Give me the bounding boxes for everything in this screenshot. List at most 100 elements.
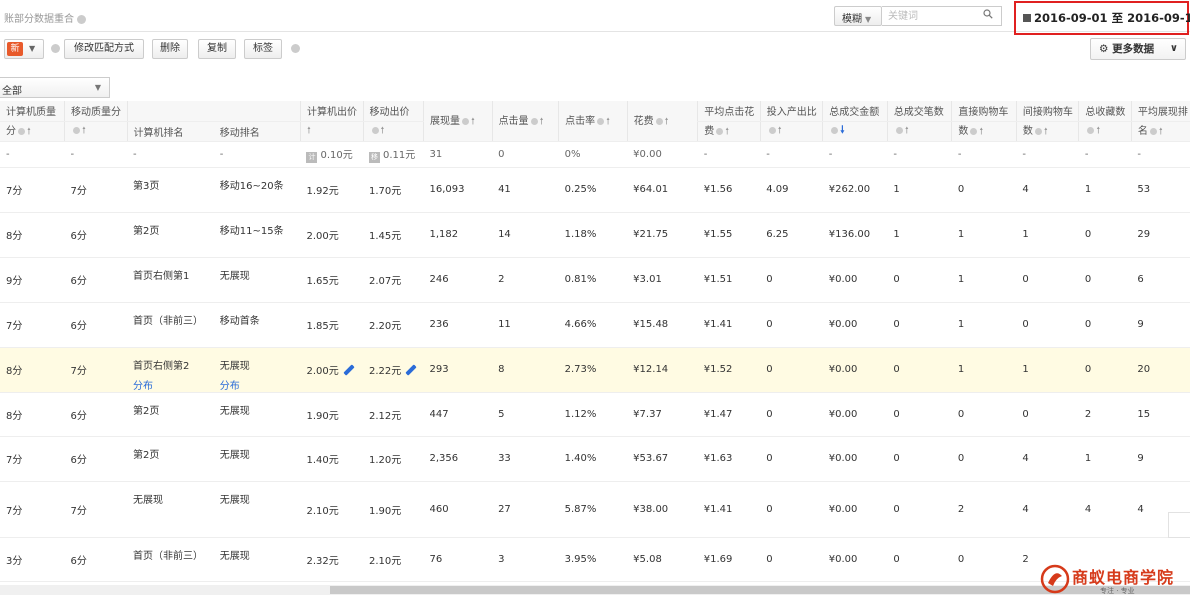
col-header-direct-cart[interactable]: 直接购物车 bbox=[951, 101, 1017, 122]
table-row[interactable]: 7分 7分 无展现 无展现 2.10元 1.90元 460 27 5.87% ¥38.00 ¥1.4… bbox=[0, 481, 1190, 538]
help-icon[interactable] bbox=[831, 126, 839, 134]
col-header-favorites[interactable]: 总收藏数 bbox=[1078, 101, 1132, 122]
sort-up-icon[interactable]: 🠕 bbox=[606, 117, 610, 127]
cell-value[interactable]: 1.90元 bbox=[369, 506, 401, 517]
cell-value[interactable]: 1.65元 bbox=[306, 276, 338, 287]
help-icon[interactable] bbox=[77, 14, 86, 24]
help-icon[interactable] bbox=[597, 117, 605, 125]
col-subheader[interactable]: 🠕 bbox=[362, 121, 424, 142]
cell-value[interactable]: 1.92元 bbox=[306, 186, 338, 197]
help-icon[interactable] bbox=[291, 44, 300, 53]
help-icon[interactable] bbox=[895, 127, 903, 134]
col-header-clicks[interactable]: 点击量 🠕 bbox=[491, 101, 559, 142]
cell-value[interactable]: 2.20元 bbox=[369, 321, 401, 332]
help-icon[interactable] bbox=[1149, 128, 1157, 135]
cell-value[interactable]: 1.20元 bbox=[369, 455, 401, 466]
sort-up-icon[interactable]: 🠕 bbox=[471, 117, 475, 127]
change-match-button[interactable]: 修改匹配方式 bbox=[64, 39, 144, 59]
help-icon[interactable] bbox=[655, 117, 663, 125]
side-user-icon[interactable] bbox=[1168, 512, 1190, 538]
help-icon[interactable] bbox=[51, 44, 60, 53]
status-filter-select[interactable]: 全部 ▼ bbox=[0, 77, 110, 98]
sort-down-icon[interactable]: 🠗 bbox=[840, 125, 844, 136]
cell-value[interactable]: 1.40元 bbox=[306, 455, 338, 466]
match-mode-select[interactable]: 模糊 ▼ bbox=[834, 6, 882, 26]
col-header-mobile-quality[interactable]: 移动质量分 bbox=[64, 101, 128, 122]
delete-button[interactable]: 删除 bbox=[152, 39, 188, 59]
copy-button[interactable]: 复制 bbox=[198, 39, 236, 59]
help-icon[interactable] bbox=[462, 117, 469, 125]
cell-value[interactable]: 1.45元 bbox=[369, 231, 401, 242]
sort-up-icon[interactable]: 🠕 bbox=[381, 126, 385, 136]
col-header-avg-rank[interactable]: 平均展现排 bbox=[1130, 101, 1190, 122]
sort-up-icon[interactable]: 🠕 bbox=[979, 127, 983, 137]
col-subheader[interactable]: 🠗 bbox=[822, 121, 888, 142]
col-subheader[interactable]: 🠕 bbox=[759, 121, 823, 142]
help-icon[interactable] bbox=[1087, 127, 1095, 134]
help-icon[interactable] bbox=[970, 128, 978, 135]
help-icon[interactable] bbox=[1034, 128, 1042, 135]
sort-up-icon[interactable]: 🠕 bbox=[1159, 127, 1163, 137]
help-icon[interactable] bbox=[73, 127, 81, 134]
table-row[interactable]: 8分 6分 第2页 无展现 1.90元 2.12元 447 5 1.12% ¥7.37 ¥1.47 0… bbox=[0, 392, 1190, 437]
table-row[interactable]: 7分 7分 第3页 移动16~20条 1.92元 1.70元 16,093 41 0.25% ¥6… bbox=[0, 167, 1190, 213]
sort-up-icon[interactable]: 🠕 bbox=[905, 126, 909, 136]
col-subheader[interactable]: 费 🠕 bbox=[697, 121, 761, 142]
col-header-impressions[interactable]: 展现量 🠕 bbox=[423, 101, 493, 142]
search-input[interactable] bbox=[882, 7, 972, 25]
cell-value[interactable]: 2.00元 bbox=[306, 231, 338, 242]
col-header-cost[interactable]: 花费 🠕 bbox=[626, 101, 698, 142]
cell-value[interactable]: 2.22元 bbox=[369, 366, 401, 377]
date-range-picker[interactable]: 2016-09-01 至 2016-09-15 bbox=[1014, 1, 1190, 35]
sort-up-icon[interactable]: 🠕 bbox=[725, 127, 729, 137]
col-header-mobile-bid[interactable]: 移动出价 bbox=[362, 101, 424, 122]
help-icon[interactable] bbox=[371, 127, 379, 134]
table-row[interactable]: 3分 6分 首页（非前三） 无展现 2.32元 2.10元 76 3 3.95% ¥5.08 ¥1.… bbox=[0, 537, 1190, 582]
sort-up-icon[interactable]: 🠕 bbox=[665, 117, 669, 127]
col-subheader[interactable]: 分 🠕 bbox=[0, 121, 65, 142]
table-row[interactable]: 7分 6分 首页（非前三） 移动首条 1.85元 2.20元 236 11 4.66% ¥15.4… bbox=[0, 302, 1190, 348]
search-icon[interactable] bbox=[983, 9, 993, 19]
cell-value[interactable]: 2.07元 bbox=[369, 276, 401, 287]
col-header-ctr[interactable]: 点击率 🠕 bbox=[558, 101, 628, 142]
col-header-pc-quality[interactable]: 计算机质量 bbox=[0, 101, 65, 122]
col-subheader[interactable]: 名 🠕 bbox=[1130, 121, 1190, 142]
sort-up-icon[interactable]: 🠕 bbox=[778, 126, 782, 136]
cell-value[interactable]: 2.10元 bbox=[306, 506, 338, 517]
help-icon[interactable] bbox=[768, 127, 776, 134]
cell-value[interactable]: 2.12元 bbox=[369, 411, 401, 422]
more-data-button[interactable]: ⚙ 更多数据 ∨ bbox=[1090, 38, 1186, 60]
cell-value[interactable]: 2.32元 bbox=[306, 556, 338, 567]
col-subheader[interactable]: 🠕 bbox=[886, 121, 952, 142]
sort-up-icon[interactable]: 🠕 bbox=[307, 126, 311, 136]
sort-up-icon[interactable]: 🠕 bbox=[27, 127, 31, 137]
col-header-total-amount[interactable]: 总成交金额 bbox=[822, 101, 888, 122]
col-header-pc-bid[interactable]: 计算机出价 bbox=[299, 101, 363, 122]
cell-value[interactable]: 2.00元 bbox=[306, 366, 338, 377]
help-icon[interactable] bbox=[18, 128, 25, 135]
table-row[interactable]: 8分 7分 首页右侧第2 分布 无展现 分布 2.00元 2.22元 293 8 2.73% ¥12.… bbox=[0, 347, 1190, 393]
table-row[interactable]: 8分 6分 第2页 移动11~15条 2.00元 1.45元 1,182 14 1.18% ¥21… bbox=[0, 212, 1190, 258]
table-row[interactable]: 7分 6分 第2页 无展现 1.40元 1.20元 2,356 33 1.40% ¥53.67 ¥1… bbox=[0, 436, 1190, 482]
sort-up-icon[interactable]: 🠕 bbox=[540, 117, 544, 127]
table-row[interactable]: 9分 6分 首页右侧第1 无展现 1.65元 2.07元 246 2 0.81% ¥3.01 ¥1.… bbox=[0, 257, 1190, 303]
cell-value[interactable]: 2.10元 bbox=[369, 556, 401, 567]
help-icon[interactable] bbox=[530, 117, 538, 125]
col-header-total-orders[interactable]: 总成交笔数 bbox=[886, 101, 952, 122]
col-subheader[interactable]: 🠕 bbox=[299, 121, 363, 142]
edit-pencil-icon[interactable] bbox=[343, 364, 355, 376]
cell-value[interactable]: 1.70元 bbox=[369, 186, 401, 197]
distribution-link[interactable]: 分布 bbox=[220, 377, 301, 392]
col-header-indirect-cart[interactable]: 间接购物车 bbox=[1015, 101, 1079, 122]
col-subheader[interactable]: 🠕 bbox=[64, 121, 128, 142]
edit-pencil-icon[interactable] bbox=[405, 364, 417, 376]
col-subheader[interactable]: 数 🠕 bbox=[1015, 121, 1079, 142]
tag-button[interactable]: 标签 bbox=[244, 39, 282, 59]
col-subheader[interactable]: 数 🠕 bbox=[951, 121, 1017, 142]
cell-value[interactable]: 1.90元 bbox=[306, 411, 338, 422]
col-subheader[interactable]: 🠕 bbox=[1078, 121, 1132, 142]
col-header-roi[interactable]: 投入产出比 bbox=[759, 101, 823, 122]
sort-up-icon[interactable]: 🠕 bbox=[1096, 126, 1100, 136]
sort-up-icon[interactable]: 🠕 bbox=[82, 126, 86, 136]
cell-value[interactable]: 1.85元 bbox=[306, 321, 338, 332]
